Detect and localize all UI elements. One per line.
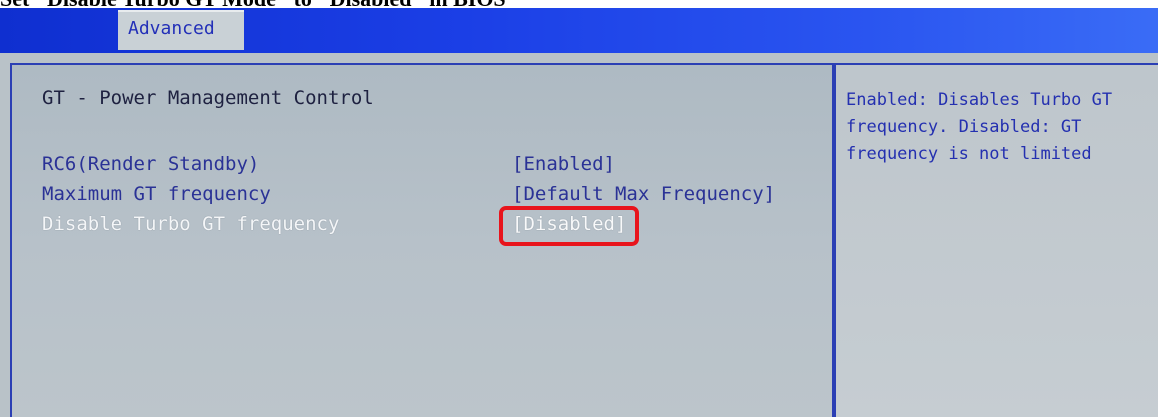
setting-value[interactable]: [Default Max Frequency]: [512, 183, 775, 205]
caption-text: Set "Disable Turbo GT Mode" to "Disabled…: [0, 0, 506, 12]
setting-value[interactable]: [Enabled]: [512, 153, 615, 175]
tab-bar: Advanced: [0, 8, 1158, 53]
setting-label: Maximum GT frequency: [42, 183, 271, 205]
help-panel: Enabled: Disables Turbo GT frequency. Di…: [834, 63, 1158, 417]
setting-label: Disable Turbo GT frequency: [42, 213, 340, 235]
tab-advanced[interactable]: Advanced: [118, 10, 244, 50]
settings-panel: GT - Power Management Control RC6(Render…: [10, 63, 834, 417]
red-highlight-box: [499, 206, 639, 246]
section-title: GT - Power Management Control: [42, 87, 374, 109]
setting-label: RC6(Render Standby): [42, 153, 260, 175]
bios-screenshot: Set "Disable Turbo GT Mode" to "Disabled…: [0, 0, 1158, 417]
bios-screen: Advanced GT - Power Management Control R…: [0, 8, 1158, 417]
help-text: Enabled: Disables Turbo GT frequency. Di…: [846, 90, 1113, 164]
